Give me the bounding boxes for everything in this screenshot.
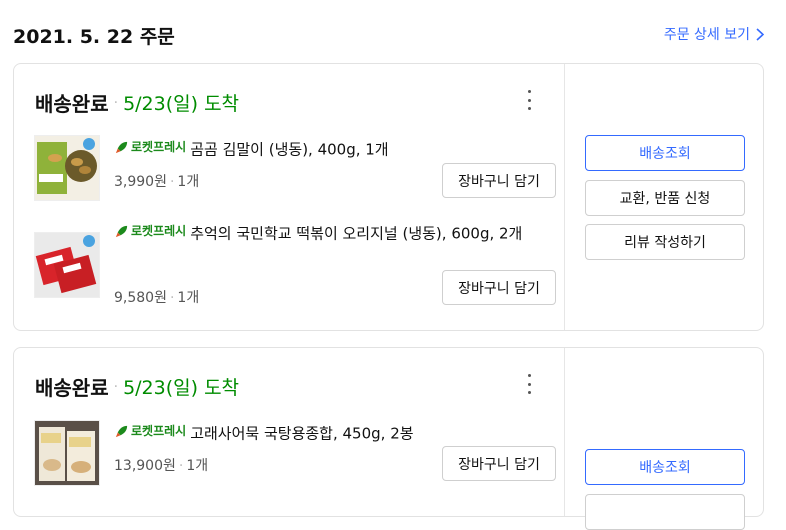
product-price: 3,990원 <box>114 174 167 190</box>
product-name-text: 고래사어묵 국탕용종합, 450g, 2봉 <box>190 424 414 443</box>
chevron-right-icon <box>756 27 764 41</box>
rocket-fresh-badge: 로켓프레시 <box>114 219 186 243</box>
add-to-cart-button[interactable]: 장바구니 담기 <box>442 270 556 305</box>
tteokbokki-product-image <box>35 233 99 297</box>
product-price: 13,900원 <box>114 458 176 474</box>
rocket-fresh-badge: 로켓프레시 <box>114 135 186 159</box>
rocket-fresh-label: 로켓프레시 <box>131 140 187 154</box>
product-price: 9,580원 <box>114 290 167 306</box>
product-quantity: 1개 <box>186 458 209 474</box>
separator-dot: · <box>113 378 119 395</box>
order-date: 2021. 5. 22 주문 <box>13 26 175 48</box>
product-price-row: 9,580원 · 1개 <box>114 290 200 306</box>
order-detail-link[interactable]: 주문 상세 보기 <box>664 24 764 44</box>
product-price-row: 3,990원 · 1개 <box>114 174 200 190</box>
product-name[interactable]: 로켓프레시 곰곰 김말이 (냉동), 400g, 1개 <box>114 135 544 162</box>
more-options-icon[interactable] <box>522 90 536 110</box>
arrival-date: 5/23(일) 도착 <box>123 377 240 399</box>
product-thumbnail[interactable] <box>34 420 100 486</box>
rocket-fresh-label: 로켓프레시 <box>131 224 187 238</box>
product-quantity: 1개 <box>177 174 200 190</box>
product-thumbnail[interactable] <box>34 135 100 201</box>
shipment-actions: 배송조회 교환, 반품 신청 리뷰 작성하기 <box>564 64 765 330</box>
shipment-card: 배송완료 · 5/23(일) 도착 로켓프레시 곰곰 김말이 (냉동), 400… <box>13 63 764 331</box>
rocket-fresh-label: 로켓프레시 <box>131 424 187 438</box>
separator-dot: · <box>113 94 119 111</box>
rocket-icon <box>115 425 128 437</box>
product-quantity: 1개 <box>177 290 200 306</box>
product-name[interactable]: 로켓프레시 고래사어묵 국탕용종합, 450g, 2봉 <box>114 419 544 446</box>
track-delivery-button[interactable]: 배송조회 <box>585 449 745 485</box>
shipment-status-row: 배송완료 · 5/23(일) 도착 <box>35 88 239 117</box>
fishcake-product-image <box>35 421 99 485</box>
rocket-icon <box>115 141 128 153</box>
product-name[interactable]: 로켓프레시 추억의 국민학교 떡볶이 오리지널 (냉동), 600g, 2개 <box>114 219 544 246</box>
shipment-actions: 배송조회 <box>564 348 765 530</box>
rocket-icon <box>115 225 128 237</box>
delivery-status: 배송완료 <box>35 92 109 116</box>
product-name-text: 추억의 국민학교 떡볶이 오리지널 (냉동), 600g, 2개 <box>190 224 523 243</box>
add-to-cart-button[interactable]: 장바구니 담기 <box>442 163 556 198</box>
shipment-card: 배송완료 · 5/23(일) 도착 로켓프레시 고래사어묵 국탕용종합, 450… <box>13 347 765 530</box>
arrival-date: 5/23(일) 도착 <box>123 93 240 115</box>
product-price-row: 13,900원 · 1개 <box>114 458 209 474</box>
product-name-text: 곰곰 김말이 (냉동), 400g, 1개 <box>190 140 389 159</box>
rocket-fresh-badge: 로켓프레시 <box>114 419 186 443</box>
exchange-return-button[interactable]: 교환, 반품 신청 <box>585 180 745 216</box>
more-options-icon[interactable] <box>522 374 536 394</box>
product-thumbnail[interactable] <box>34 232 100 298</box>
track-delivery-button[interactable]: 배송조회 <box>585 135 745 171</box>
shipment-status-row: 배송완료 · 5/23(일) 도착 <box>35 372 239 401</box>
order-detail-link-label: 주문 상세 보기 <box>663 27 750 43</box>
write-review-button[interactable]: 리뷰 작성하기 <box>585 224 745 260</box>
add-to-cart-button[interactable]: 장바구니 담기 <box>442 446 556 481</box>
gimmari-product-image <box>35 136 99 200</box>
exchange-return-button[interactable] <box>585 494 745 530</box>
delivery-status: 배송완료 <box>35 376 109 400</box>
